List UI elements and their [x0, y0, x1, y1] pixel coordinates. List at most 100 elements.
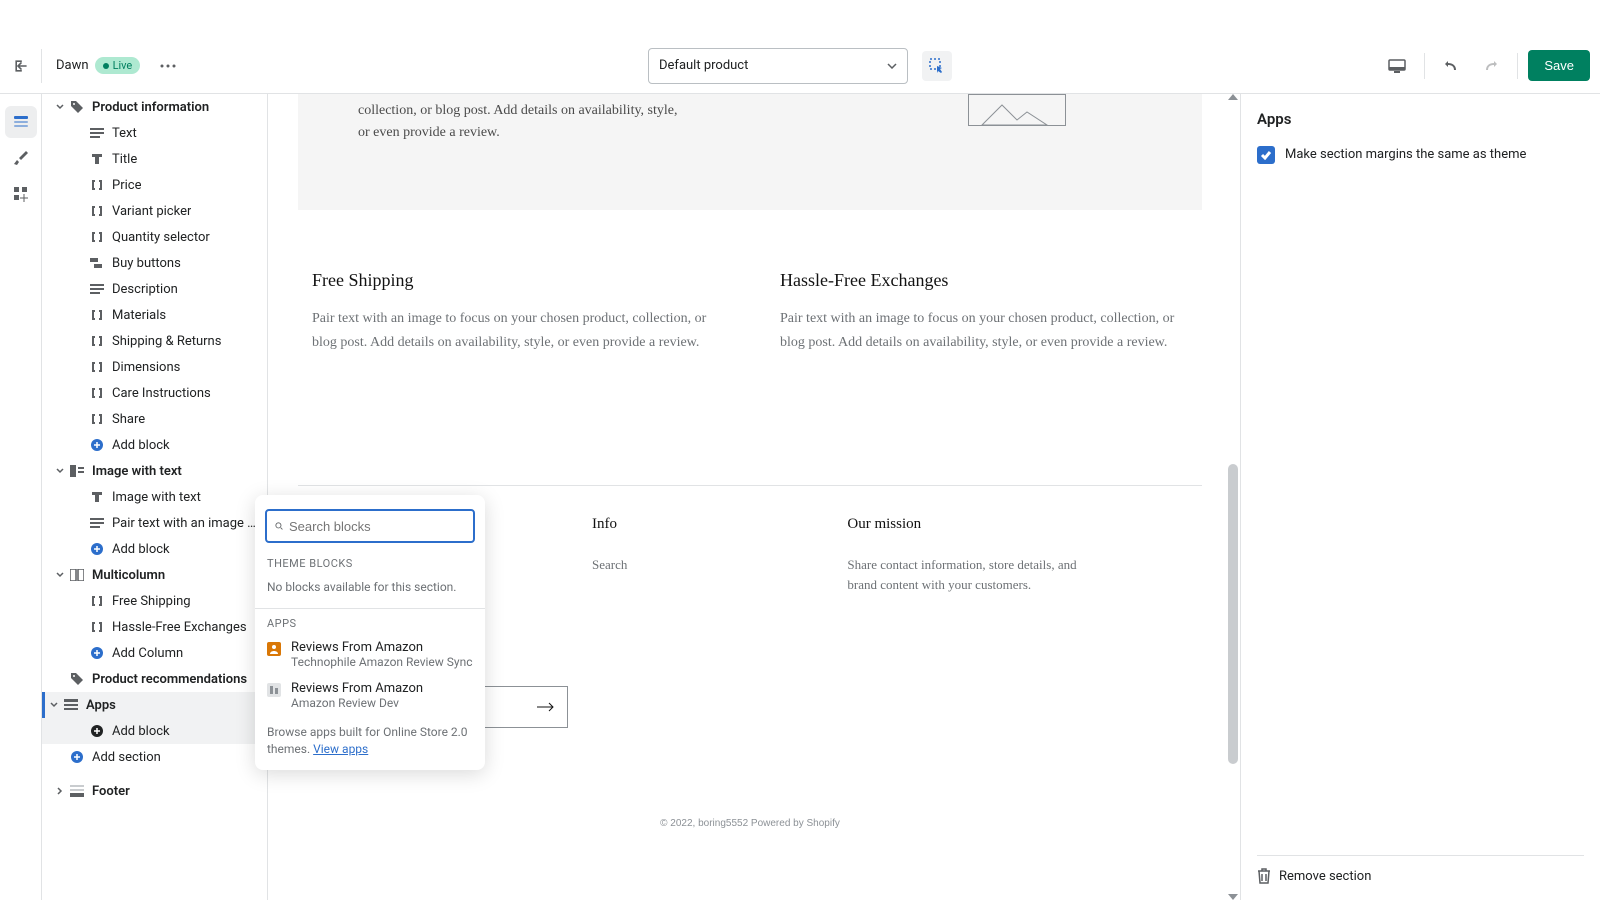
plus-circle-icon — [90, 724, 104, 738]
footer-search-link[interactable]: Search — [592, 557, 627, 572]
app-title: Reviews From Amazon — [291, 640, 473, 655]
search-icon — [275, 519, 283, 533]
add-label: Add Column — [112, 646, 183, 661]
scroll-thumb[interactable] — [1228, 464, 1238, 764]
add-label: Add block — [112, 542, 170, 557]
exit-button[interactable] — [8, 49, 42, 83]
caret-down-icon — [56, 103, 64, 111]
footer-info-title: Info — [592, 516, 627, 533]
block-iwt-text[interactable]: Pair text with an image to f... — [42, 510, 267, 536]
inspector-button[interactable] — [922, 51, 952, 81]
remove-section-button[interactable]: Remove section — [1257, 855, 1584, 884]
section-label: Product recommendations — [92, 672, 247, 687]
rail-sections[interactable] — [5, 106, 37, 138]
footer-mission-body: Share contact information, store details… — [847, 555, 1097, 597]
search-blocks-field[interactable] — [265, 509, 475, 543]
section-multicolumn[interactable]: Multicolumn — [42, 562, 267, 588]
more-button[interactable] — [154, 52, 182, 80]
add-column[interactable]: Add Column — [42, 640, 267, 666]
app-subtitle: Technophile Amazon Review Sync — [291, 655, 473, 669]
checkbox-checked[interactable] — [1257, 146, 1275, 164]
block-price[interactable]: Price — [42, 172, 267, 198]
scrollbar[interactable] — [1226, 94, 1240, 900]
lines-icon — [90, 518, 104, 528]
inspector-icon — [929, 58, 945, 74]
block-shipping-returns[interactable]: Shipping & Returns — [42, 328, 267, 354]
section-product-information[interactable]: Product information — [42, 94, 267, 120]
remove-label: Remove section — [1279, 869, 1371, 884]
app-block-item-2[interactable]: Reviews From Amazon Amazon Review Dev — [255, 675, 485, 716]
bracket-icon — [90, 308, 104, 322]
block-label: Pair text with an image to f... — [112, 516, 259, 531]
device-view-button[interactable] — [1380, 49, 1414, 83]
caret-down-icon — [56, 467, 64, 475]
block-description[interactable]: Description — [42, 276, 267, 302]
block-text[interactable]: Text — [42, 120, 267, 146]
image-placeholder — [968, 94, 1066, 126]
add-label: Add section — [92, 750, 161, 765]
block-buy-buttons[interactable]: Buy buttons — [42, 250, 267, 276]
block-label: Share — [112, 412, 145, 427]
section-image-with-text[interactable]: Image with text — [42, 458, 267, 484]
block-hassle-free[interactable]: Hassle-Free Exchanges — [42, 614, 267, 640]
copyright: © 2022, boring5552 Powered by Shopify — [298, 818, 1202, 829]
plus-circle-icon — [90, 646, 104, 660]
block-dimensions[interactable]: Dimensions — [42, 354, 267, 380]
left-rail — [0, 94, 42, 900]
tag-icon — [70, 100, 84, 114]
type-icon — [90, 490, 104, 504]
app-block-item-1[interactable]: Reviews From Amazon Technophile Amazon R… — [255, 634, 485, 675]
rail-apps[interactable] — [5, 178, 37, 210]
section-footer[interactable]: Footer — [42, 778, 267, 804]
block-materials[interactable]: Materials — [42, 302, 267, 328]
app-blocks-icon — [12, 185, 30, 203]
app-subtitle: Amazon Review Dev — [291, 696, 423, 710]
block-share[interactable]: Share — [42, 406, 267, 432]
section-label: Image with text — [92, 464, 182, 479]
monitor-icon — [1388, 59, 1406, 73]
no-blocks-text: No blocks available for this section. — [255, 574, 485, 604]
template-select[interactable]: Default product — [648, 48, 908, 84]
add-label: Add block — [112, 724, 170, 739]
block-care-instructions[interactable]: Care Instructions — [42, 380, 267, 406]
block-title[interactable]: Title — [42, 146, 267, 172]
col1-body: Pair text with an image to focus on your… — [312, 307, 720, 355]
arrow-right-icon — [537, 701, 555, 713]
block-iwt-heading[interactable]: Image with text — [42, 484, 267, 510]
undo-button[interactable] — [1435, 49, 1469, 83]
rail-theme-settings[interactable] — [5, 142, 37, 174]
add-section[interactable]: Add section — [42, 744, 267, 770]
buttons-icon — [90, 258, 104, 268]
add-block-apps[interactable]: Add block — [42, 718, 267, 744]
bracket-icon — [90, 620, 104, 634]
image-text-icon — [70, 465, 84, 477]
scroll-up-icon — [1228, 94, 1238, 100]
bracket-icon — [90, 334, 104, 348]
add-block-product-info[interactable]: Add block — [42, 432, 267, 458]
section-label: Footer — [92, 784, 130, 799]
block-variant-picker[interactable]: Variant picker — [42, 198, 267, 224]
margins-checkbox-row[interactable]: Make section margins the same as theme — [1257, 146, 1584, 164]
block-label: Image with text — [112, 490, 201, 505]
section-product-recommendations[interactable]: Product recommendations — [42, 666, 267, 692]
section-apps[interactable]: Apps — [42, 692, 267, 718]
view-apps-link[interactable]: View apps — [313, 742, 368, 756]
block-label: Materials — [112, 308, 166, 323]
live-label: Live — [113, 59, 133, 72]
col2-body: Pair text with an image to focus on your… — [780, 307, 1188, 355]
block-free-shipping[interactable]: Free Shipping — [42, 588, 267, 614]
theme-name: Dawn — [52, 58, 89, 73]
search-input[interactable] — [289, 519, 465, 534]
block-label: Care Instructions — [112, 386, 211, 401]
add-block-iwt[interactable]: Add block — [42, 536, 267, 562]
sidebar[interactable]: Product information Text Title Price Var… — [42, 94, 268, 900]
redo-button[interactable] — [1473, 49, 1507, 83]
save-button[interactable]: Save — [1528, 50, 1590, 81]
block-quantity-selector[interactable]: Quantity selector — [42, 224, 267, 250]
chevron-down-icon — [887, 63, 897, 69]
bracket-icon — [90, 594, 104, 608]
live-badge: Live — [95, 57, 141, 74]
more-icon — [160, 64, 176, 68]
footer-mission-title: Our mission — [847, 516, 1097, 533]
template-label: Default product — [659, 58, 748, 73]
